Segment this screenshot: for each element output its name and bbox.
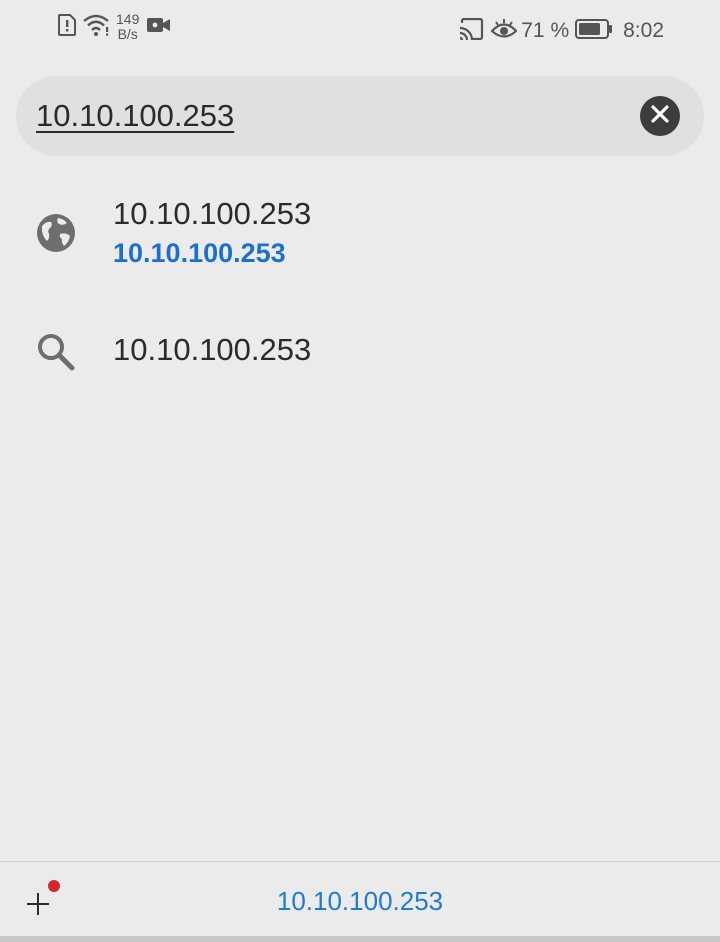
current-url[interactable]: 10.10.100.253 <box>0 886 720 917</box>
status-bar: 149 B/s 71 % 8:02 <box>0 0 720 62</box>
globe-icon <box>36 213 76 258</box>
omnibox[interactable] <box>16 76 704 156</box>
cast-icon <box>459 17 485 45</box>
status-left: 149 B/s <box>58 12 171 42</box>
suggestion-search[interactable]: 10.10.100.253 <box>0 310 720 390</box>
video-camera-icon <box>147 16 171 39</box>
data-rate-unit: B/s <box>117 26 138 42</box>
data-rate-value: 149 <box>116 11 140 27</box>
battery-icon <box>575 18 613 44</box>
status-right: 71 % 8:02 <box>459 12 664 50</box>
close-icon <box>651 104 669 128</box>
data-rate: 149 B/s <box>116 12 139 42</box>
wifi-icon <box>82 13 110 42</box>
suggestion-title: 10.10.100.253 <box>113 196 312 231</box>
sim-alert-icon <box>58 13 76 41</box>
search-icon <box>36 332 76 377</box>
clock: 8:02 <box>623 19 664 42</box>
suggestion-url-text: 10.10.100.253 <box>113 238 286 268</box>
system-nav-strip <box>0 936 720 942</box>
suggestion-query-text: 10.10.100.253 <box>113 332 312 367</box>
url-input[interactable] <box>36 76 596 156</box>
bottom-bar: 10.10.100.253 <box>0 861 720 936</box>
clear-input-button[interactable] <box>640 96 680 136</box>
eye-comfort-icon <box>490 18 518 45</box>
suggestion-url[interactable]: 10.10.100.253 10.10.100.253 <box>0 180 720 290</box>
battery-percent: 71 % <box>521 19 570 42</box>
